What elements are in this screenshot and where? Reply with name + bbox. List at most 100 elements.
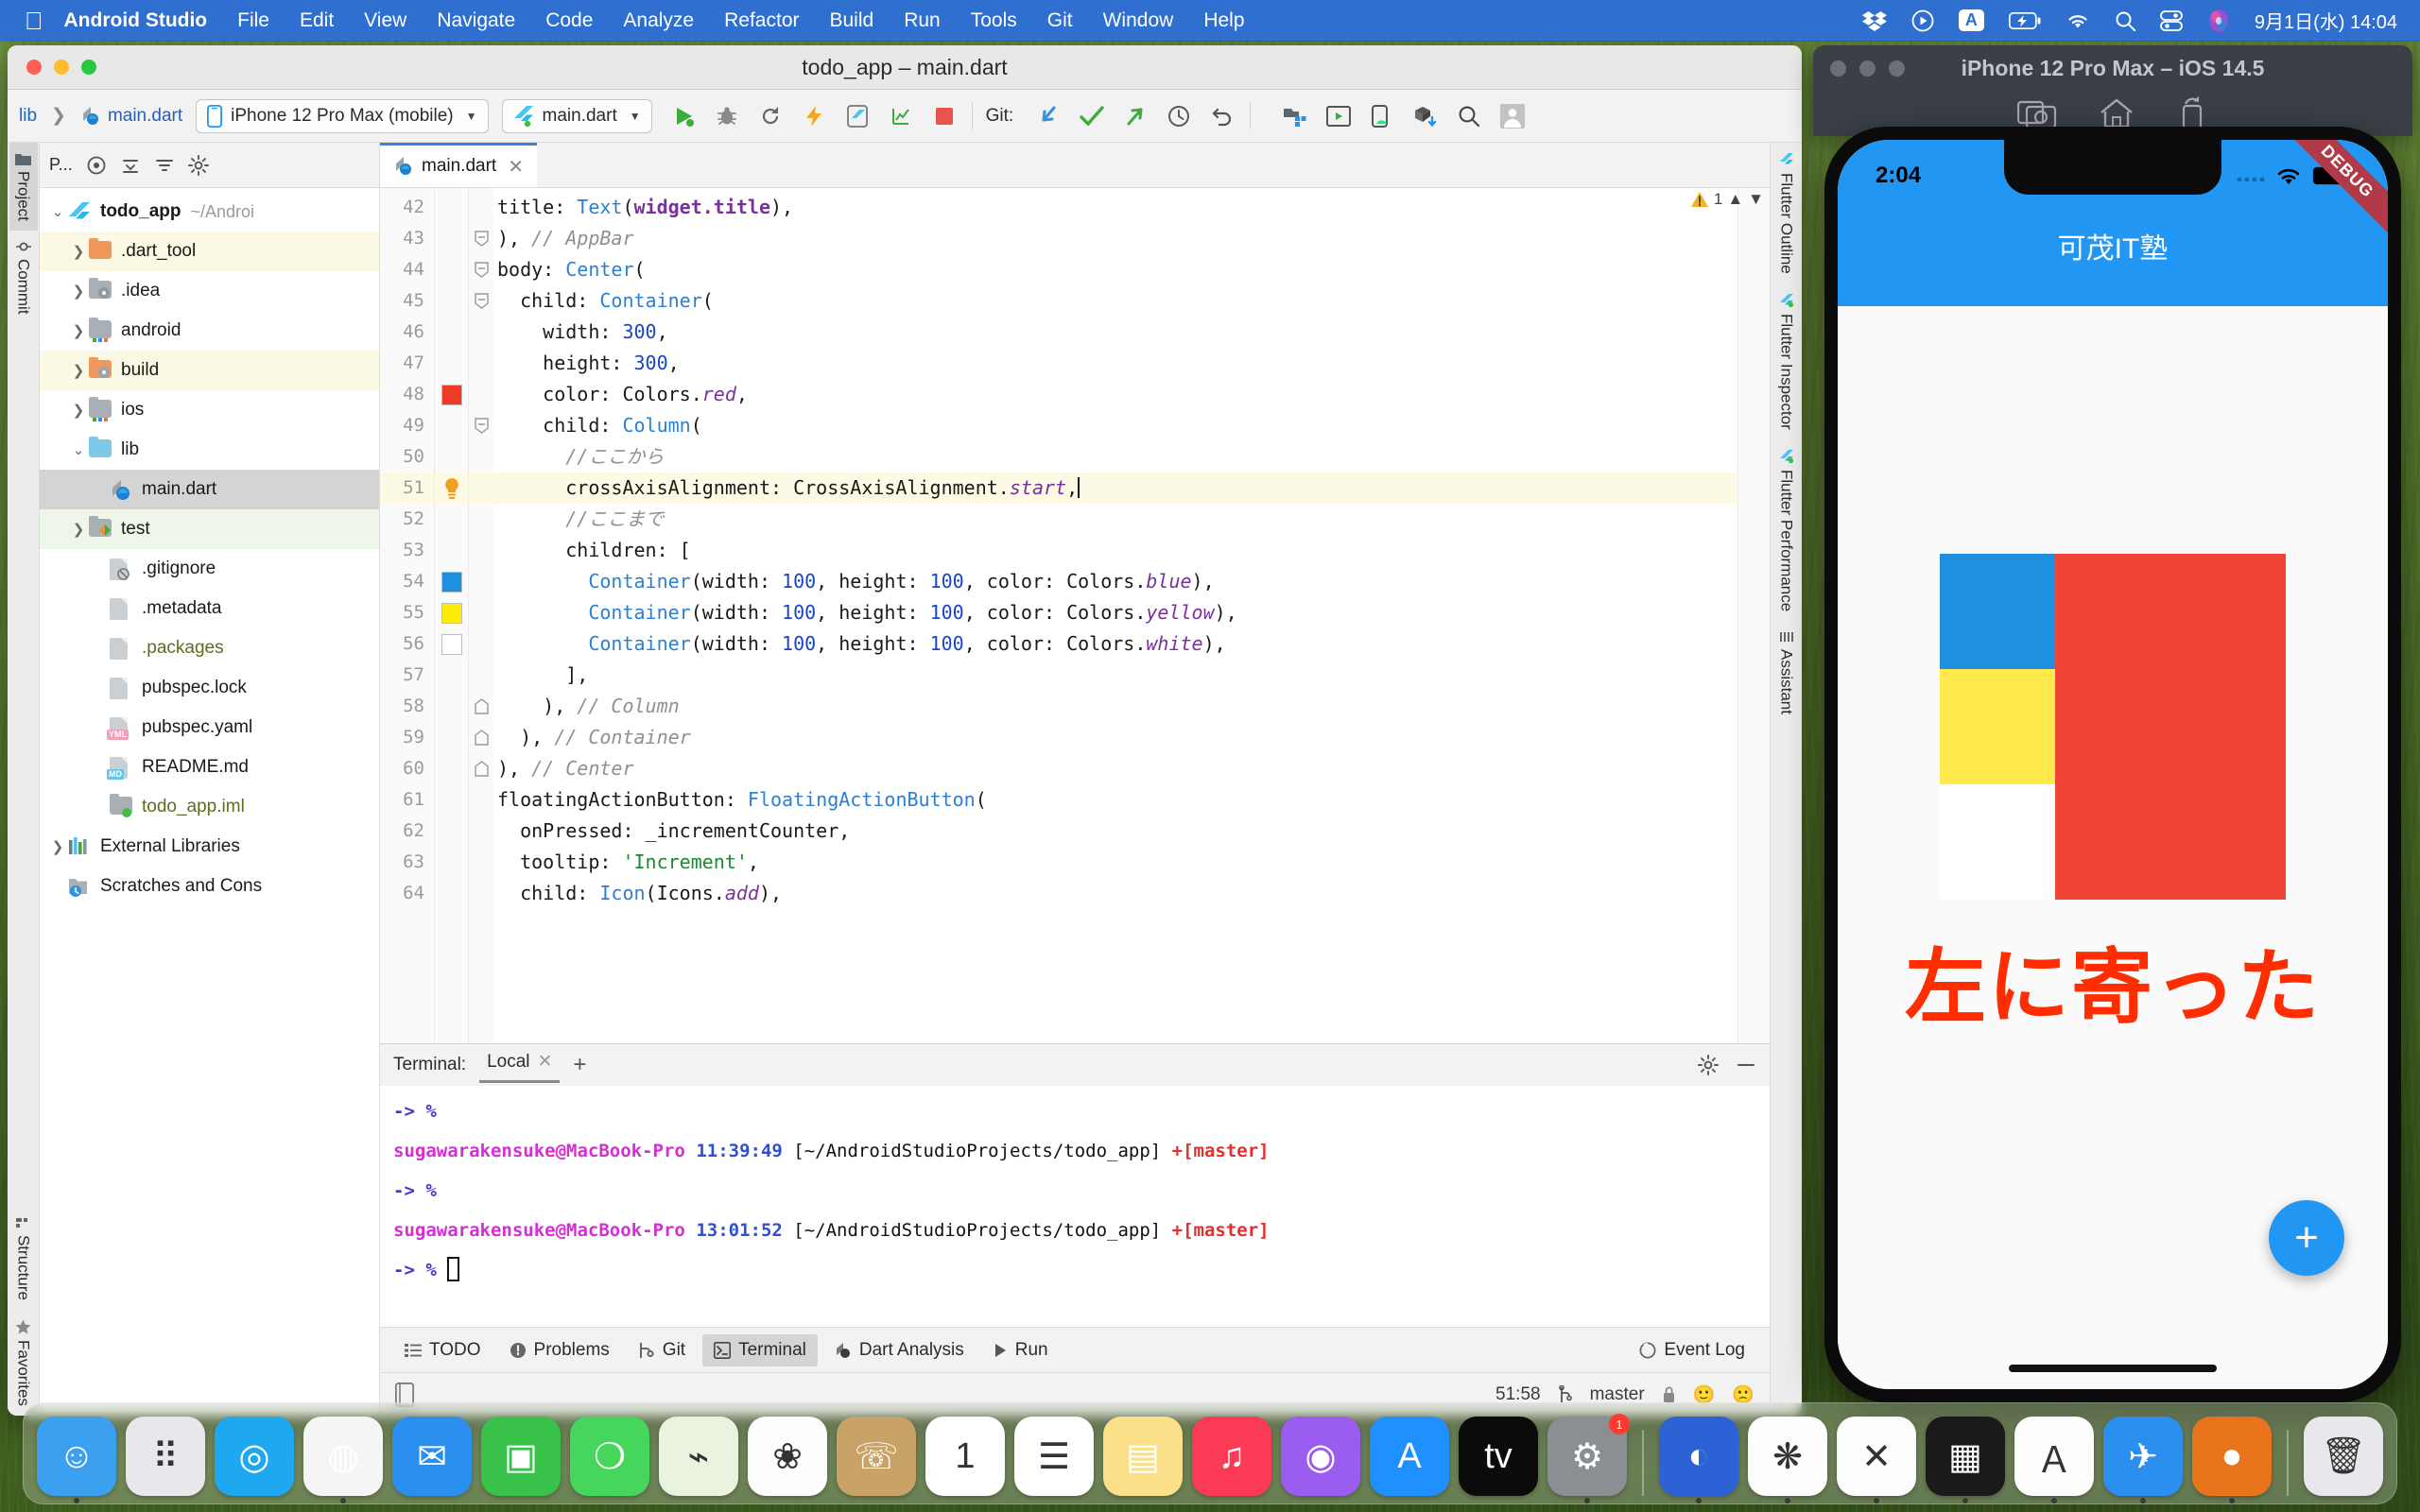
menu-item-view[interactable]: View [364,9,406,32]
disclosure-arrow[interactable]: ❯ [68,402,89,419]
history-icon[interactable] [1165,102,1193,130]
gear-icon[interactable] [1698,1055,1719,1075]
home-indicator[interactable] [2009,1365,2217,1372]
menu-item-android-studio[interactable]: Android Studio [64,9,208,32]
menu-item-run[interactable]: Run [904,9,941,32]
dock-item-android-studio[interactable]: Ａ [2014,1417,2094,1503]
code-line[interactable]: child: Container( [493,285,1770,317]
menu-item-git[interactable]: Git [1047,9,1073,32]
project-panel-title[interactable]: P... [49,155,73,175]
sidebar-item-assistant[interactable]: Assistant [1772,621,1801,724]
sidebar-item-project[interactable]: Project [9,143,38,231]
phone-screen[interactable]: DEBUG 2:04 可茂IT塾 左に寄った + [1838,140,2388,1389]
tool-button-terminal[interactable]: Terminal [702,1333,818,1366]
dock-item-notes[interactable]: ▤ [1103,1417,1183,1496]
tool-button-todo[interactable]: TODO [393,1334,493,1366]
dock-item-vscode[interactable]: ✕ [1837,1417,1916,1503]
search-everywhere-icon[interactable] [1455,102,1483,130]
code-line[interactable]: //ここまで [493,504,1770,535]
menu-item-navigate[interactable]: Navigate [437,9,515,32]
code-line[interactable]: onPressed: _incrementCounter, [493,816,1770,847]
menu-item-file[interactable]: File [237,9,269,32]
device-selector[interactable]: iPhone 12 Pro Max (mobile) ▼ [196,98,489,133]
menu-item-tools[interactable]: Tools [971,9,1017,32]
tree-item-ios[interactable]: ❯ ios [40,390,379,430]
sidebar-item-flutter-inspector[interactable]: Flutter Inspector [1772,284,1801,439]
dock-item-podcasts[interactable]: ◉ [1281,1417,1360,1496]
prev-issue-icon[interactable]: ▲ [1727,190,1743,209]
minimize-icon[interactable] [1736,1055,1756,1075]
code-line[interactable]: children: [ [493,535,1770,566]
open-devtools-icon[interactable] [843,102,872,130]
tree-item-pubspec-lock[interactable]: pubspec.lock [40,668,379,708]
tree-item--idea[interactable]: ❯ .idea [40,271,379,311]
tool-button-git[interactable]: Git [627,1334,697,1366]
tool-button-problems[interactable]: Problems [498,1334,621,1366]
dock-item-slack[interactable]: ❋ [1748,1417,1827,1503]
tree-item-android[interactable]: ❯ android [40,311,379,351]
tree-item--gitignore[interactable]: .gitignore [40,549,379,589]
code-line[interactable]: ), // Column [493,691,1770,722]
dock-item-music[interactable]: ♫ [1192,1417,1271,1496]
debug-icon[interactable] [713,102,741,130]
fold-handle[interactable] [469,223,493,254]
search-icon[interactable] [2115,10,2135,31]
tree-item-readme-md[interactable]: MD README.md [40,747,379,787]
collapse-down-icon[interactable] [120,155,141,176]
code-line[interactable]: body: Center( [493,254,1770,285]
breadcrumb-lib[interactable]: lib [19,106,37,127]
tab-main-dart[interactable]: main.dart ✕ [380,143,537,187]
menu-bar-clock[interactable]: 9月1日(水) 14:04 [2255,7,2397,34]
dock-item-finder[interactable]: ☺ [37,1417,116,1503]
code-line[interactable]: width: 300, [493,317,1770,348]
input-source-a-icon[interactable]: A [1958,9,1984,31]
fold-handle[interactable] [469,254,493,285]
dock-item-contacts[interactable]: ☏ [837,1417,916,1496]
apple-icon[interactable]:  [25,9,43,33]
update-project-icon[interactable] [1034,102,1063,130]
avd-manager-icon[interactable] [1324,102,1353,130]
menu-item-help[interactable]: Help [1203,9,1244,32]
collapse-all-icon[interactable] [154,155,175,176]
dock-item-apple-tv[interactable]: tv [1459,1417,1538,1496]
close-window-button[interactable] [26,60,42,75]
code-line[interactable]: title: Text(widget.title), [493,192,1770,223]
fold-handle[interactable] [469,722,493,753]
dock-item-launchpad[interactable]: ⠿ [126,1417,205,1496]
settings-icon[interactable] [187,154,209,176]
code-line[interactable]: ), // Center [493,753,1770,784]
disclosure-arrow[interactable]: ❯ [68,362,89,379]
code-line[interactable]: color: Colors.red, [493,379,1770,410]
push-icon[interactable] [1121,102,1150,130]
inspection-strip[interactable]: 1 ▲ ▼ [1690,188,1770,1043]
fold-handle[interactable] [469,753,493,784]
hot-restart-icon[interactable] [756,102,785,130]
menu-item-window[interactable]: Window [1103,9,1174,32]
new-terminal-tab-button[interactable]: + [573,1052,586,1078]
dock-item-xcode[interactable]: ✈ [2103,1417,2183,1503]
fold-handle[interactable] [469,285,493,317]
tree-item-todo-app[interactable]: ⌄ todo_app ~/Androi [40,192,379,232]
fold-handle[interactable] [469,410,493,441]
code-line[interactable]: ), // AppBar [493,223,1770,254]
code-line[interactable]: //ここから [493,441,1770,472]
menu-item-build[interactable]: Build [830,9,874,32]
code-line[interactable]: ], [493,660,1770,691]
tree-item-test[interactable]: ❯ test [40,509,379,549]
fold-handle[interactable] [469,691,493,722]
code-line[interactable]: child: Column( [493,410,1770,441]
next-issue-icon[interactable]: ▼ [1748,190,1764,209]
code-line[interactable]: child: Icon(Icons.add), [493,878,1770,909]
sidebar-item-structure[interactable]: Structure [9,1207,38,1310]
breadcrumb-file[interactable]: main.dart [108,106,182,127]
tree-item-scratches-and-cons[interactable]: Scratches and Cons [40,867,379,906]
code-line[interactable]: crossAxisAlignment: CrossAxisAlignment.s… [493,472,1770,504]
tree-item-external-libraries[interactable]: ❯ External Libraries [40,827,379,867]
dock-item-postman[interactable]: ◐ [1659,1417,1738,1503]
code-editor[interactable]: 42 43 44 45 46 47 48 49 50 51 52 53 54 55 56 57 58 59 60 61… [380,188,1770,1043]
color-swatch[interactable] [435,379,468,410]
code-line[interactable]: Container(width: 100, height: 100, color… [493,628,1770,660]
tree-item--packages[interactable]: .packages [40,628,379,668]
dock-item-maps[interactable]: ⌁ [659,1417,738,1496]
dock-item-simulator[interactable]: ▦ [1926,1417,2005,1503]
